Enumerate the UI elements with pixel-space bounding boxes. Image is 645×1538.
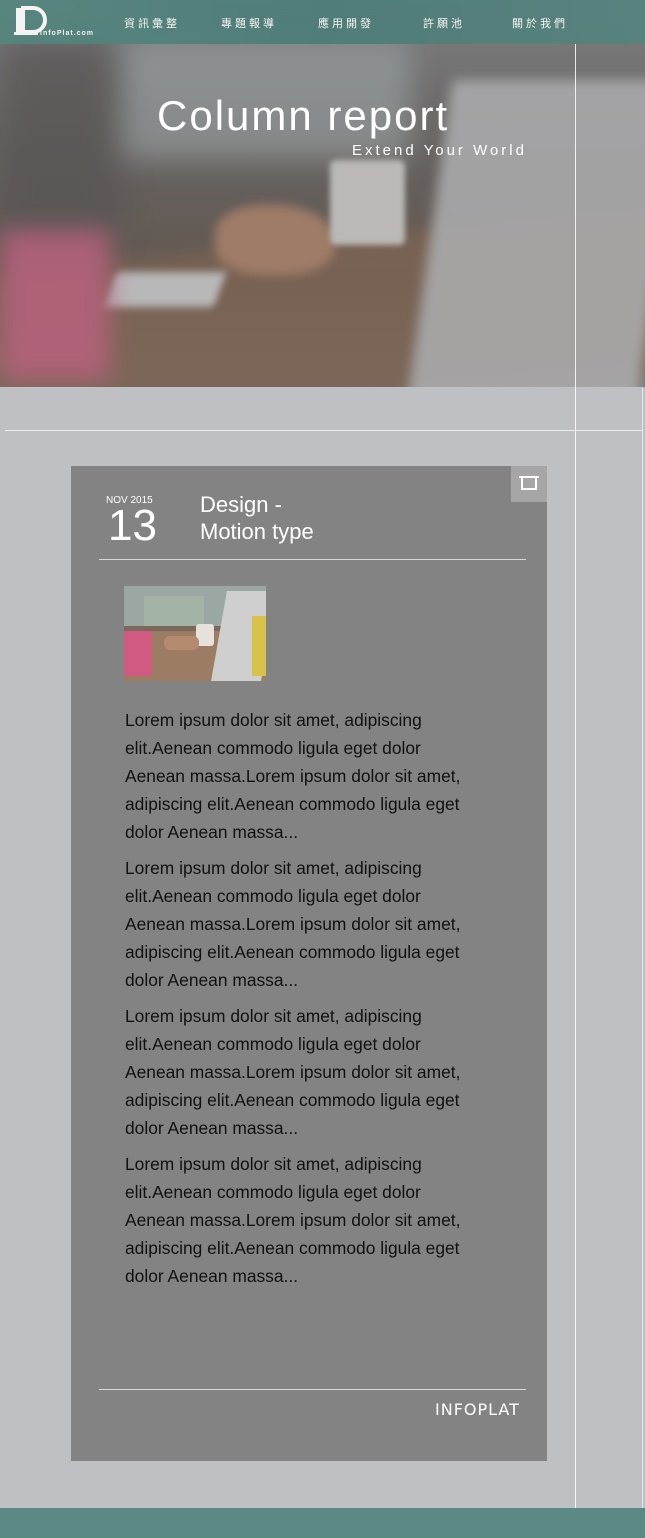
post-date-day: 13	[108, 501, 157, 550]
header-separator	[99, 559, 526, 560]
top-navigation-bar: InfoPlat.com 資訊彙整 專題報導 應用開發 許願池 關於我們	[0, 0, 645, 44]
post-paragraph-3: Lorem ipsum dolor sit amet, adipiscing e…	[125, 1006, 461, 1138]
hero-banner: InfoPlat.com 資訊彙整 專題報導 應用開發 許願池 關於我們 Col…	[0, 0, 645, 387]
nav-item-wishes[interactable]: 許願池	[423, 15, 465, 31]
vertical-divider	[575, 44, 576, 1508]
nav-item-apps[interactable]: 應用開發	[318, 15, 374, 31]
hero-title: Column report	[157, 92, 450, 139]
brand-wordmark: INFOPLAT	[435, 1400, 520, 1419]
logo-text: InfoPlat.com	[40, 30, 95, 37]
right-edge-line	[642, 388, 643, 1508]
nav-item-feature[interactable]: 專題報導	[221, 15, 277, 31]
main-nav: 資訊彙整 專題報導 應用開發 許願池 關於我們	[0, 15, 645, 31]
post-card: NOV 2015 13 Design - Motion type Lorem i…	[71, 466, 547, 1461]
post-paragraph-2: Lorem ipsum dolor sit amet, adipiscing e…	[125, 858, 461, 990]
post-paragraph-1: Lorem ipsum dolor sit amet, adipiscing e…	[125, 710, 461, 842]
post-title-line2: Motion type	[200, 519, 314, 544]
post-paragraph-4: Lorem ipsum dolor sit amet, adipiscing e…	[125, 1154, 461, 1286]
bookmark-button[interactable]	[511, 466, 547, 502]
hero-subtitle: Extend Your World	[352, 142, 527, 159]
horizontal-divider	[5, 430, 642, 431]
nav-item-about[interactable]: 關於我們	[512, 15, 568, 31]
footer-separator	[99, 1389, 526, 1390]
footer-bar	[0, 1508, 645, 1538]
post-title-line1: Design -	[200, 492, 282, 517]
bookmark-icon	[519, 476, 539, 490]
post-thumbnail[interactable]	[124, 586, 266, 681]
nav-item-info[interactable]: 資訊彙整	[124, 15, 180, 31]
